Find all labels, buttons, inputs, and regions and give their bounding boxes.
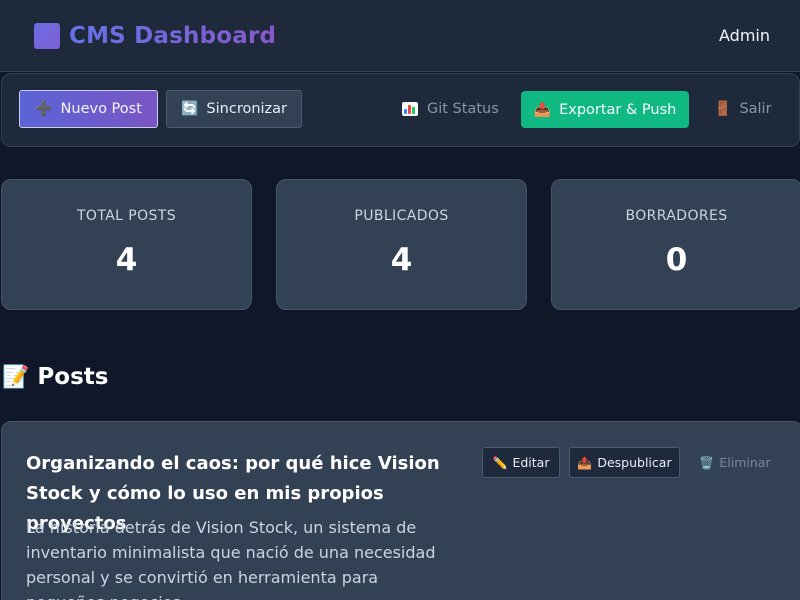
git-status-label: Git Status [427, 101, 499, 117]
pencil-icon: ✏️ [492, 455, 508, 470]
user-label[interactable]: Admin [719, 26, 770, 45]
stat-value: 0 [665, 242, 688, 278]
door-icon: 🚪 [714, 101, 732, 117]
stat-label: PUBLICADOS [354, 208, 449, 224]
git-status-button[interactable]: Git Status [402, 90, 502, 128]
brand-logo-icon [34, 23, 60, 49]
plus-icon: ➕ [35, 101, 53, 117]
stat-card-drafts: BORRADORES 0 [551, 179, 800, 310]
stat-card-total-posts: TOTAL POSTS 4 [1, 179, 252, 310]
edit-post-button[interactable]: ✏️ Editar [482, 447, 560, 478]
edit-label: Editar [512, 455, 550, 470]
export-push-label: Exportar & Push [559, 101, 677, 118]
delete-label: Eliminar [719, 455, 771, 470]
outbox-icon: 📤 [533, 101, 552, 118]
post-description: La historia detrás de Vision Stock, un s… [26, 518, 436, 600]
post-card: Organizando el caos: por qué hice Vision… [1, 421, 800, 600]
new-post-button[interactable]: ➕ Nuevo Post [19, 90, 158, 128]
app-header: CMS Dashboard Admin [0, 0, 800, 72]
posts-section-title: 📝 Posts [2, 364, 108, 390]
new-post-label: Nuevo Post [60, 101, 142, 117]
brand[interactable]: CMS Dashboard [34, 22, 276, 50]
sync-button[interactable]: 🔄 Sincronizar [166, 90, 302, 128]
trash-icon: 🗑️ [699, 455, 715, 470]
stat-label: BORRADORES [625, 208, 728, 224]
sync-label: Sincronizar [206, 101, 288, 117]
exit-label: Salir [739, 101, 772, 117]
unpublish-label: Despublicar [597, 455, 672, 470]
toolbar: ➕ Nuevo Post 🔄 Sincronizar Git Status 📤 … [1, 73, 800, 147]
stat-value: 4 [115, 242, 138, 278]
app-title: CMS Dashboard [69, 23, 277, 49]
bar-chart-icon [402, 102, 418, 116]
exit-button[interactable]: 🚪 Salir [714, 90, 778, 128]
memo-icon: 📝 [2, 364, 30, 390]
stat-value: 4 [390, 242, 413, 278]
delete-post-button[interactable]: 🗑️ Eliminar [690, 447, 780, 478]
stat-card-published: PUBLICADOS 4 [276, 179, 527, 310]
export-push-button[interactable]: 📤 Exportar & Push [521, 91, 689, 128]
unpublish-post-button[interactable]: 📤 Despublicar [569, 447, 680, 478]
outbox-icon: 📤 [577, 455, 593, 470]
posts-heading: Posts [37, 364, 109, 390]
stat-label: TOTAL POSTS [76, 208, 177, 224]
sync-icon: 🔄 [180, 101, 199, 117]
